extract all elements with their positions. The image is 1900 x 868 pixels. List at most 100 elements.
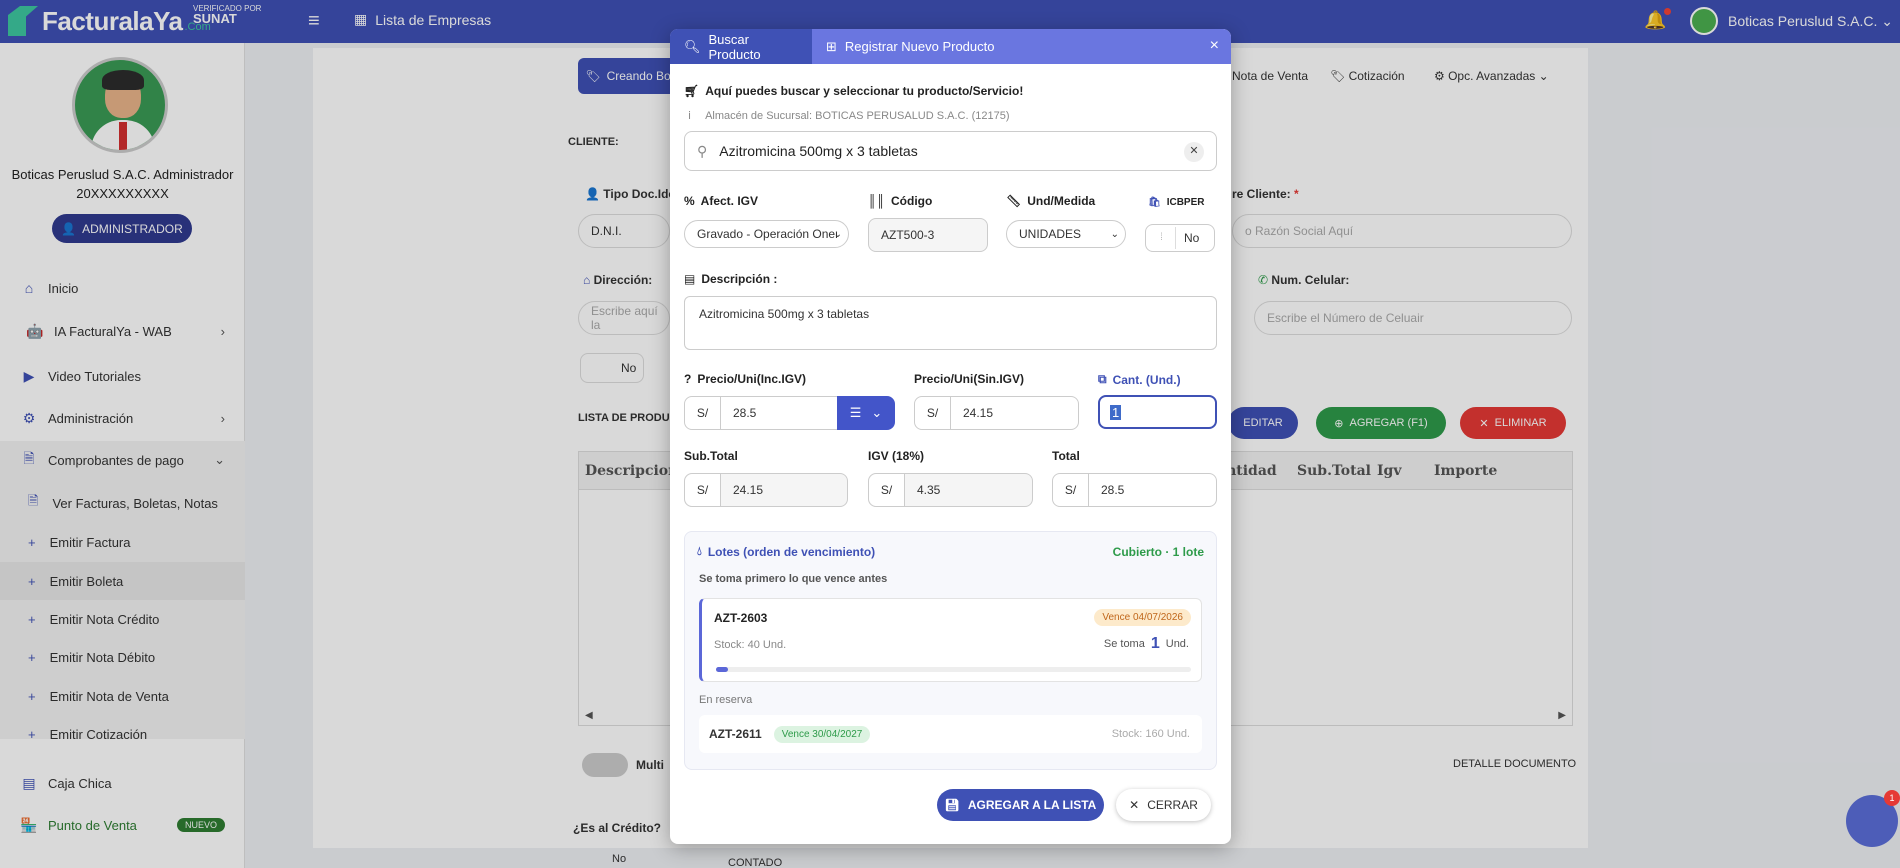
descripcion-label-text: Descripción : (701, 272, 778, 286)
lotes-title: 💧︎ Lotes (orden de vencimiento) (697, 544, 875, 559)
afect-igv-select[interactable]: Gravado - Operación Onerosa ⌄ (684, 220, 849, 248)
lot-progress-fill (716, 667, 728, 672)
currency-prefix: S/ (869, 474, 905, 506)
modal-heading-text: Aquí puedes buscar y seleccionar tu prod… (705, 84, 1024, 98)
lotes-subtitle: Se toma primero lo que vence antes (699, 573, 888, 585)
afect-igv-value: Gravado - Operación Onerosa (697, 227, 837, 241)
icbper-value: No (1184, 231, 1200, 245)
precio-sin-input[interactable]: S/ 24.15 (914, 396, 1079, 430)
lot-stock: Stock: 40 Und. (714, 639, 787, 651)
total-value: 28.5 (1101, 483, 1125, 497)
clear-search-icon[interactable]: ✕ (1184, 142, 1204, 162)
tab-registrar-producto[interactable]: ⊞ Registrar Nuevo Producto (812, 29, 1008, 64)
lot-take-label: Se toma (1103, 638, 1145, 650)
percent-icon: % (684, 194, 695, 208)
codigo-label: ║║ Código (868, 194, 932, 208)
search-icon: 🔍︎ (684, 38, 701, 54)
barcode-icon: ║║ (868, 194, 886, 208)
und-medida-value: UNIDADES (1019, 227, 1082, 241)
codigo-input[interactable]: AZT500-3 (868, 218, 988, 252)
tab-registrar-label: Registrar Nuevo Producto (844, 39, 995, 54)
help-icon: ? (684, 372, 692, 386)
afect-igv-label-text: Afect. IGV (700, 194, 759, 208)
drop-icon: 💧︎ (697, 544, 702, 558)
modal-close-icon[interactable]: × (1210, 37, 1219, 55)
lotes-status: Cubierto · 1 lote (1112, 545, 1204, 559)
und-medida-select[interactable]: UNIDADES ⌄ (1006, 220, 1126, 248)
warehouse-info: ⅰ Almacén de Sucursal: BOTICAS PERUSALUD… (688, 109, 1010, 123)
precio-inc-label-text: Precio/Uni(Inc.IGV) (697, 372, 807, 386)
price-list-button[interactable]: ☰ ⌄ (837, 396, 895, 430)
tab-buscar-label: Buscar Producto (708, 31, 761, 62)
cart-icon: 🛒︎ (684, 84, 700, 98)
cantidad-input[interactable]: 1 (1098, 395, 1217, 429)
descripcion-label: ▤ Descripción : (684, 272, 777, 286)
copy-icon: ⧉ (1098, 372, 1107, 386)
modal-header: 🔍︎ Buscar Producto ⊞ Registrar Nuevo Pro… (670, 29, 1231, 64)
precio-inc-label: ? Precio/Uni(Inc.IGV) (684, 372, 806, 386)
icbper-label-text: ICBPER (1166, 197, 1205, 208)
igv-value: 4.35 (917, 483, 941, 497)
precio-sin-value: 24.15 (963, 406, 994, 420)
add-to-list-button[interactable]: 💾︎ AGREGAR A LA LISTA (937, 789, 1104, 821)
lot-take-qty: 1 (1150, 635, 1160, 652)
afect-igv-label: % Afect. IGV (684, 194, 758, 208)
add-to-list-label: AGREGAR A LA LISTA (967, 798, 1097, 812)
lot-take: Se toma 1 Und. (1104, 635, 1189, 653)
subtotal-input[interactable]: S/ 24.15 (684, 473, 848, 507)
lotes-panel: 💧︎ Lotes (orden de vencimiento) Cubierto… (684, 531, 1217, 770)
cantidad-label: ⧉ Cant. (Und.) (1098, 372, 1181, 387)
product-modal: 🔍︎ Buscar Producto ⊞ Registrar Nuevo Pro… (670, 29, 1231, 844)
total-input[interactable]: S/ 28.5 (1052, 473, 1217, 507)
lotes-title-text: Lotes (orden de vencimiento) (707, 544, 876, 559)
close-modal-label: CERRAR (1147, 798, 1198, 812)
chevron-down-icon: ⌄ (833, 228, 842, 240)
currency-prefix: S/ (1053, 474, 1089, 506)
add-file-icon: ⊞ (826, 38, 837, 54)
floating-badge: 1 (1884, 790, 1900, 806)
lot-take-unit: Und. (1165, 638, 1189, 650)
bag-icon: 🛍︎ (1148, 197, 1161, 208)
reserve-label: En reserva (699, 694, 753, 706)
toggle-handle: ⁞ (1148, 227, 1176, 249)
search-icon: ⚲ (697, 142, 708, 159)
lot2-stock: Stock: 160 Und. (1111, 728, 1190, 740)
ruler-icon: 📏︎ (1006, 194, 1022, 208)
total-label: Total (1052, 449, 1080, 463)
cantidad-label-text: Cant. (Und.) (1112, 372, 1181, 387)
info-icon: ⅰ (688, 110, 692, 122)
precio-sin-label: Precio/Uni(Sin.IGV) (914, 372, 1024, 386)
precio-inc-value: 28.5 (733, 406, 757, 420)
tab-buscar-producto[interactable]: 🔍︎ Buscar Producto (670, 29, 812, 64)
product-search-input[interactable]: ⚲ Azitromicina 500mg x 3 tabletas ✕ (684, 131, 1217, 171)
chevron-down-icon: ⌄ (1110, 228, 1119, 240)
close-icon: ✕ (1129, 798, 1140, 812)
lot-card-reserve: AZT-2611 Vence 30/04/2027 Stock: 160 Und… (699, 715, 1202, 753)
und-medida-label: 📏︎ Und/Medida (1006, 194, 1095, 208)
currency-prefix: S/ (685, 474, 721, 506)
icbper-label: 🛍︎ ICBPER (1148, 197, 1205, 208)
chevron-down-icon: ⌄ (871, 405, 883, 420)
lot-card-active: AZT-2603 Vence 04/07/2026 Stock: 40 Und.… (699, 598, 1202, 682)
currency-prefix: S/ (915, 397, 951, 429)
lot-expiry-badge: Vence 04/07/2026 (1094, 609, 1191, 626)
igv-input[interactable]: S/ 4.35 (868, 473, 1033, 507)
codigo-label-text: Código (891, 194, 933, 208)
warehouse-text: Almacén de Sucursal: BOTICAS PERUSALUD S… (705, 109, 1010, 122)
precio-inc-input[interactable]: S/ 28.5 (684, 396, 844, 430)
lot-code: AZT-2603 (714, 611, 768, 625)
lot2-expiry-badge: Vence 30/04/2027 (773, 725, 871, 743)
precio-sin-label-text: Precio/Uni(Sin.IGV) (914, 372, 1025, 386)
descripcion-textarea[interactable]: Azitromicina 500mg x 3 tabletas (684, 296, 1217, 350)
search-value: Azitromicina 500mg x 3 tabletas (719, 143, 918, 159)
list-icon: ☰ (849, 405, 862, 420)
icbper-toggle[interactable]: ⁞ No (1145, 224, 1215, 252)
igv-label: IGV (18%) (868, 449, 925, 463)
cantidad-value: 1 (1110, 404, 1122, 420)
close-modal-button[interactable]: ✕ CERRAR (1116, 789, 1211, 821)
currency-prefix: S/ (685, 397, 721, 429)
subtotal-label: Sub.Total (684, 449, 738, 463)
lot-progress-bar (716, 667, 1191, 672)
lot2-code: AZT-2611 (709, 727, 762, 741)
modal-heading: 🛒︎ Aquí puedes buscar y seleccionar tu p… (684, 84, 1023, 98)
